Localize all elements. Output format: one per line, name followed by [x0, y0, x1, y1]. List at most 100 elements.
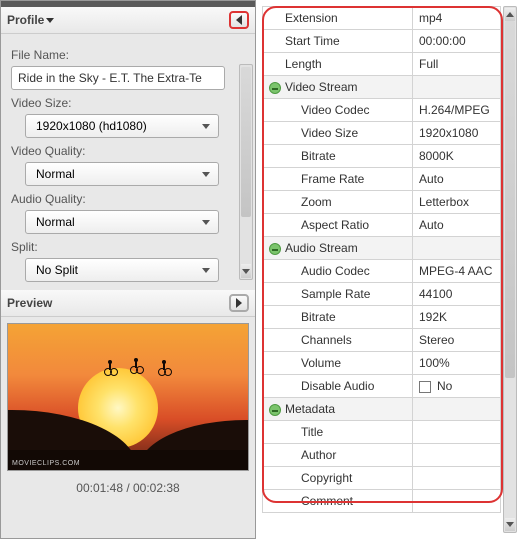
group-label: Audio Stream: [285, 241, 358, 255]
collapse-icon[interactable]: [269, 82, 281, 94]
scroll-down-icon[interactable]: [241, 264, 251, 278]
scrollbar-thumb[interactable]: [241, 67, 251, 217]
property-row[interactable]: Sample Rate44100: [263, 283, 501, 306]
video-preview[interactable]: MOVIECLIPS.COM: [7, 323, 249, 471]
property-row[interactable]: Bitrate8000K: [263, 145, 501, 168]
property-value[interactable]: MPEG-4 AAC: [413, 260, 501, 283]
property-row[interactable]: Volume100%: [263, 352, 501, 375]
video-quality-label: Video Quality:: [11, 144, 225, 158]
property-row[interactable]: ChannelsStereo: [263, 329, 501, 352]
property-value-text: No: [437, 379, 452, 393]
panel-collapse-button[interactable]: [229, 11, 249, 29]
property-label: Audio Codec: [263, 260, 413, 283]
property-row[interactable]: Disable Audio No: [263, 375, 501, 398]
property-row[interactable]: Author: [263, 444, 501, 467]
property-row[interactable]: Frame RateAuto: [263, 168, 501, 191]
collapse-icon[interactable]: [269, 243, 281, 255]
property-label: Bitrate: [263, 145, 413, 168]
property-value[interactable]: H.264/MPEG: [413, 99, 501, 122]
preview-watermark: MOVIECLIPS.COM: [12, 460, 80, 467]
bike-silhouette-icon: [104, 360, 118, 376]
property-row[interactable]: Audio CodecMPEG-4 AAC: [263, 260, 501, 283]
property-value[interactable]: [413, 444, 501, 467]
property-row[interactable]: Copyright: [263, 467, 501, 490]
property-label: Aspect Ratio: [263, 214, 413, 237]
property-value[interactable]: 00:00:00: [413, 30, 501, 53]
property-row[interactable]: Comment: [263, 490, 501, 513]
collapse-icon[interactable]: [269, 404, 281, 416]
property-label: Copyright: [263, 467, 413, 490]
property-value[interactable]: Auto: [413, 214, 501, 237]
file-name-input[interactable]: [11, 66, 225, 90]
property-row[interactable]: Title: [263, 421, 501, 444]
group-value-cell: [413, 76, 501, 99]
caret-down-icon: [46, 18, 54, 23]
preview-play-button[interactable]: [229, 294, 249, 312]
profile-header[interactable]: Profile: [1, 7, 255, 34]
property-value[interactable]: mp4: [413, 7, 501, 30]
property-row[interactable]: ZoomLetterbox: [263, 191, 501, 214]
property-value[interactable]: No: [413, 375, 501, 398]
property-label: Sample Rate: [263, 283, 413, 306]
property-value[interactable]: 100%: [413, 352, 501, 375]
video-quality-dropdown[interactable]: Normal: [25, 162, 219, 186]
property-value[interactable]: [413, 421, 501, 444]
video-quality-value: Normal: [36, 167, 75, 181]
split-label: Split:: [11, 240, 225, 254]
scrollbar-thumb[interactable]: [505, 21, 515, 378]
property-row[interactable]: Video CodecH.264/MPEG: [263, 99, 501, 122]
scroll-down-icon[interactable]: [505, 518, 515, 531]
chevron-down-icon: [202, 124, 210, 129]
chevron-down-icon: [202, 172, 210, 177]
split-dropdown[interactable]: No Split: [25, 258, 219, 282]
bike-silhouette-icon: [158, 360, 172, 376]
chevron-down-icon: [202, 268, 210, 273]
property-label: Title: [263, 421, 413, 444]
audio-quality-label: Audio Quality:: [11, 192, 225, 206]
preview-header[interactable]: Preview: [1, 290, 255, 317]
property-value[interactable]: 44100: [413, 283, 501, 306]
property-value[interactable]: [413, 467, 501, 490]
video-size-value: 1920x1080 (hd1080): [36, 119, 147, 133]
video-size-label: Video Size:: [11, 96, 225, 110]
property-value[interactable]: 192K: [413, 306, 501, 329]
triangle-right-icon: [236, 298, 242, 308]
checkbox-icon[interactable]: [419, 381, 431, 393]
property-group-row[interactable]: Audio Stream: [263, 237, 501, 260]
property-value[interactable]: Letterbox: [413, 191, 501, 214]
property-label: Video Size: [263, 122, 413, 145]
property-label: Start Time: [263, 30, 413, 53]
property-label: Zoom: [263, 191, 413, 214]
property-row[interactable]: Aspect RatioAuto: [263, 214, 501, 237]
group-label: Metadata: [285, 402, 335, 416]
property-value[interactable]: 1920x1080: [413, 122, 501, 145]
video-size-dropdown[interactable]: 1920x1080 (hd1080): [25, 114, 219, 138]
split-value: No Split: [36, 263, 78, 277]
property-label: Extension: [263, 7, 413, 30]
property-label: Volume: [263, 352, 413, 375]
property-label: Disable Audio: [263, 375, 413, 398]
property-value[interactable]: [413, 490, 501, 513]
property-row[interactable]: Bitrate192K: [263, 306, 501, 329]
property-value[interactable]: Auto: [413, 168, 501, 191]
profile-form: File Name: Video Size: 1920x1080 (hd1080…: [1, 34, 255, 290]
property-row[interactable]: Start Time00:00:00: [263, 30, 501, 53]
property-value[interactable]: Stereo: [413, 329, 501, 352]
scroll-up-icon[interactable]: [505, 8, 515, 21]
property-value[interactable]: 8000K: [413, 145, 501, 168]
property-row[interactable]: Extensionmp4: [263, 7, 501, 30]
triangle-left-icon: [236, 15, 242, 25]
property-group-row[interactable]: Metadata: [263, 398, 501, 421]
properties-scrollbar[interactable]: [503, 6, 517, 533]
audio-quality-dropdown[interactable]: Normal: [25, 210, 219, 234]
property-value[interactable]: Full: [413, 53, 501, 76]
preview-title: Preview: [7, 296, 52, 310]
property-group-row[interactable]: Video Stream: [263, 76, 501, 99]
property-row[interactable]: Video Size1920x1080: [263, 122, 501, 145]
profile-scrollbar[interactable]: [239, 64, 253, 280]
property-label: Frame Rate: [263, 168, 413, 191]
group-value-cell: [413, 237, 501, 260]
property-label: Bitrate: [263, 306, 413, 329]
bike-silhouette-icon: [130, 358, 144, 374]
property-row[interactable]: LengthFull: [263, 53, 501, 76]
